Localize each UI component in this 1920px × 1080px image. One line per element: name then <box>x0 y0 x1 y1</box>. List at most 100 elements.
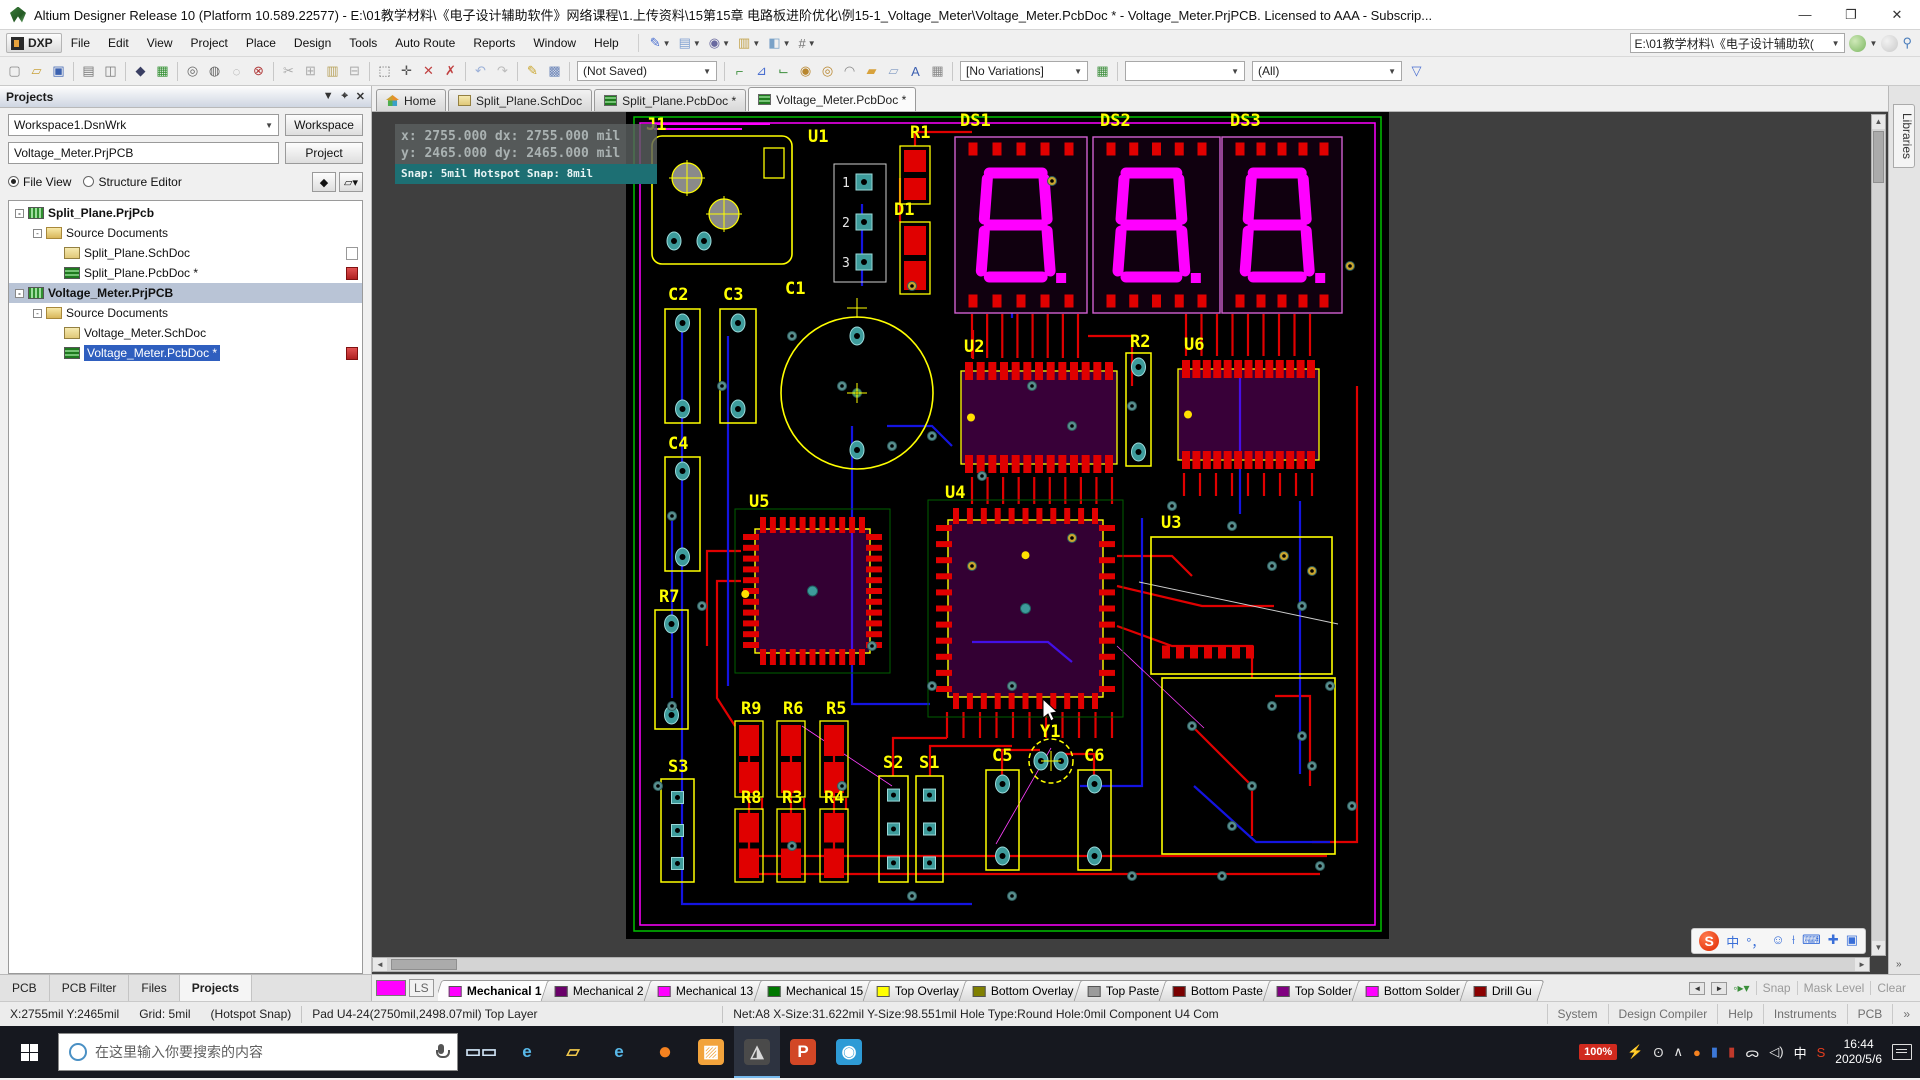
undo-icon[interactable]: ↶ <box>470 61 491 82</box>
via-icon[interactable]: ◎ <box>817 61 838 82</box>
layer-tab-mechanical-13[interactable]: Mechanical 13 <box>644 980 766 1001</box>
taskbar-clock[interactable]: 16:44 2020/5/6 <box>1835 1037 1882 1067</box>
ime-indicator[interactable]: 中 <box>1794 1043 1807 1062</box>
panel-compile-button[interactable]: ◆ <box>312 172 336 192</box>
route-smart-icon[interactable]: ⌙ <box>773 61 794 82</box>
cut-icon[interactable]: ✂ <box>278 61 299 82</box>
zoom-clear-icon[interactable]: ⊗ <box>248 61 269 82</box>
layer-tab-bottom-solder[interactable]: Bottom Solder <box>1352 980 1473 1001</box>
layout-tool-icon[interactable]: ▤▼ <box>676 34 704 52</box>
variations-combo[interactable]: [No Variations]▼ <box>960 61 1088 81</box>
hidden-icons-chevron[interactable]: ∧ <box>1674 1043 1684 1062</box>
tree-item-split-plane-prjpcb[interactable]: -Split_Plane.PrjPcb <box>9 203 362 223</box>
new-document-icon[interactable]: ▢ <box>4 61 25 82</box>
layer-clear-button[interactable]: Clear <box>1870 981 1912 995</box>
expand-collapse-icon[interactable]: - <box>33 229 42 238</box>
component-DS1[interactable]: DS1 <box>955 112 1087 313</box>
status-panel-instruments[interactable]: Instruments <box>1763 1004 1847 1024</box>
horizontal-scrollbar[interactable]: ◄ ► <box>372 957 1870 972</box>
back-icon[interactable] <box>1849 35 1866 52</box>
pad-icon[interactable]: ◉ <box>795 61 816 82</box>
start-button[interactable] <box>0 1026 58 1078</box>
structure-editor-radio[interactable]: Structure Editor <box>83 175 181 189</box>
dock-chevron-icon[interactable]: » <box>1896 959 1902 970</box>
string-icon[interactable]: A <box>905 61 926 82</box>
print-icon[interactable]: ▤ <box>78 61 99 82</box>
paste-icon[interactable]: ▥ <box>322 61 343 82</box>
copy-icon[interactable]: ⊞ <box>300 61 321 82</box>
component-R3[interactable]: R3 <box>777 788 805 882</box>
workspace-combo[interactable]: Workspace1.DsnWrk▼ <box>8 114 279 136</box>
power-plug-icon[interactable]: ⚡ <box>1627 1043 1643 1062</box>
menu-edit[interactable]: Edit <box>99 32 138 54</box>
volume-icon[interactable]: ◁) <box>1769 1043 1783 1062</box>
doc-tab-voltage-meter-pcbdoc-[interactable]: Voltage_Meter.PcbDoc * <box>748 87 916 111</box>
blue-app-tray-icon[interactable]: ▮ <box>1711 1043 1718 1062</box>
save-icon[interactable]: ▣ <box>48 61 69 82</box>
layer-tab-bottom-paste[interactable]: Bottom Paste <box>1159 980 1276 1001</box>
ime-keyboard-icon[interactable]: ⌨ <box>1802 932 1821 951</box>
menu-design[interactable]: Design <box>285 32 340 54</box>
tree-item-voltage-meter-schdoc[interactable]: Voltage_Meter.SchDoc <box>9 323 362 343</box>
layer-scroll-left-icon[interactable]: ◄ <box>1689 982 1705 995</box>
menu-auto-route[interactable]: Auto Route <box>386 32 464 54</box>
filter-clear-icon[interactable]: ▽ <box>1406 61 1427 82</box>
align-tool-icon[interactable]: ▥▼ <box>735 34 763 52</box>
powerpoint-icon[interactable]: P <box>780 1026 826 1078</box>
tree-item-voltage-meter-pcbdoc-[interactable]: Voltage_Meter.PcbDoc * <box>9 343 362 363</box>
open-icon[interactable]: ▱ <box>26 61 47 82</box>
dimension-icon[interactable]: ▦ <box>927 61 948 82</box>
file-explorer-icon[interactable]: ▱ <box>550 1026 596 1078</box>
edge-icon[interactable]: e <box>504 1026 550 1078</box>
component-U4[interactable]: U4 <box>928 483 1123 717</box>
zoom-point-icon[interactable]: ◌ <box>226 61 247 82</box>
status-panel-system[interactable]: System <box>1547 1004 1608 1024</box>
tree-item-split-plane-schdoc[interactable]: Split_Plane.SchDoc <box>9 243 362 263</box>
maximize-button[interactable]: ❐ <box>1828 0 1874 30</box>
sogou-s-icon[interactable]: S <box>1817 1043 1826 1062</box>
component-R4[interactable]: R4 <box>820 788 848 882</box>
panel-doc-options-button[interactable]: ▱▾ <box>339 172 363 192</box>
layer-scroll-right-icon[interactable]: ► <box>1711 982 1727 995</box>
route-icon[interactable]: ⌐ <box>729 61 750 82</box>
task-view-icon[interactable]: ▭▭ <box>458 1026 504 1078</box>
firefox-icon[interactable]: ● <box>642 1026 688 1078</box>
ime-mic-icon[interactable]: ⟊ <box>1792 932 1795 951</box>
ime-chinese-icon[interactable]: 中 <box>1726 932 1739 951</box>
component-DS2[interactable]: DS2 <box>1093 112 1220 313</box>
forward-icon[interactable] <box>1881 35 1898 52</box>
tree-item-split-plane-pcbdoc-[interactable]: Split_Plane.PcbDoc * <box>9 263 362 283</box>
layer-snap-button[interactable]: Snap <box>1756 981 1797 995</box>
workspace-button[interactable]: Workspace <box>285 114 363 136</box>
taskbar-search-input[interactable]: 在这里输入你要搜索的内容 <box>58 1033 458 1071</box>
redo-icon[interactable]: ↷ <box>492 61 513 82</box>
scroll-down-icon[interactable]: ▼ <box>1872 941 1885 955</box>
component-DS3[interactable]: DS3 <box>1222 112 1342 313</box>
vertical-scrollbar[interactable]: ▲ ▼ <box>1871 114 1886 956</box>
ime-emoji-icon[interactable]: ☺ <box>1771 932 1784 951</box>
favorites-tree-icon[interactable]: ⚲ <box>1902 35 1912 51</box>
route-diff-icon[interactable]: ⊿ <box>751 61 772 82</box>
menu-view[interactable]: View <box>138 32 182 54</box>
libraries-dock-tab[interactable]: Libraries <box>1893 104 1915 168</box>
layer-set-button[interactable]: LS <box>376 977 434 999</box>
status-panel-pcb[interactable]: PCB <box>1847 1004 1893 1024</box>
tree-item-voltage-meter-prjpcb[interactable]: -Voltage_Meter.PrjPCB <box>9 283 362 303</box>
expand-collapse-icon[interactable]: - <box>15 209 24 218</box>
menu-help[interactable]: Help <box>585 32 628 54</box>
zoom-area-icon[interactable]: ◎ <box>182 61 203 82</box>
layer-mask-level-button[interactable]: Mask Level <box>1797 981 1871 995</box>
layer-tab-mechanical-15[interactable]: Mechanical 15 <box>753 980 875 1001</box>
layer-tab-top-solder[interactable]: Top Solder <box>1263 980 1365 1001</box>
paste-array-icon[interactable]: ⊟ <box>344 61 365 82</box>
layer-tab-bottom-overlay[interactable]: Bottom Overlay <box>959 980 1087 1001</box>
panel-tab-projects[interactable]: Projects <box>180 975 252 1001</box>
network-icon[interactable]: ᯅ <box>1745 1043 1759 1062</box>
move-icon[interactable]: ✛ <box>396 61 417 82</box>
zoom-document-icon[interactable]: ◍ <box>204 61 225 82</box>
panel-menu-icon[interactable]: ▼ <box>323 90 334 103</box>
fill-icon[interactable]: ▰ <box>861 61 882 82</box>
horizontal-scroll-thumb[interactable] <box>391 959 457 970</box>
menu-project[interactable]: Project <box>182 32 237 54</box>
pencil-icon[interactable]: ✎ <box>522 61 543 82</box>
